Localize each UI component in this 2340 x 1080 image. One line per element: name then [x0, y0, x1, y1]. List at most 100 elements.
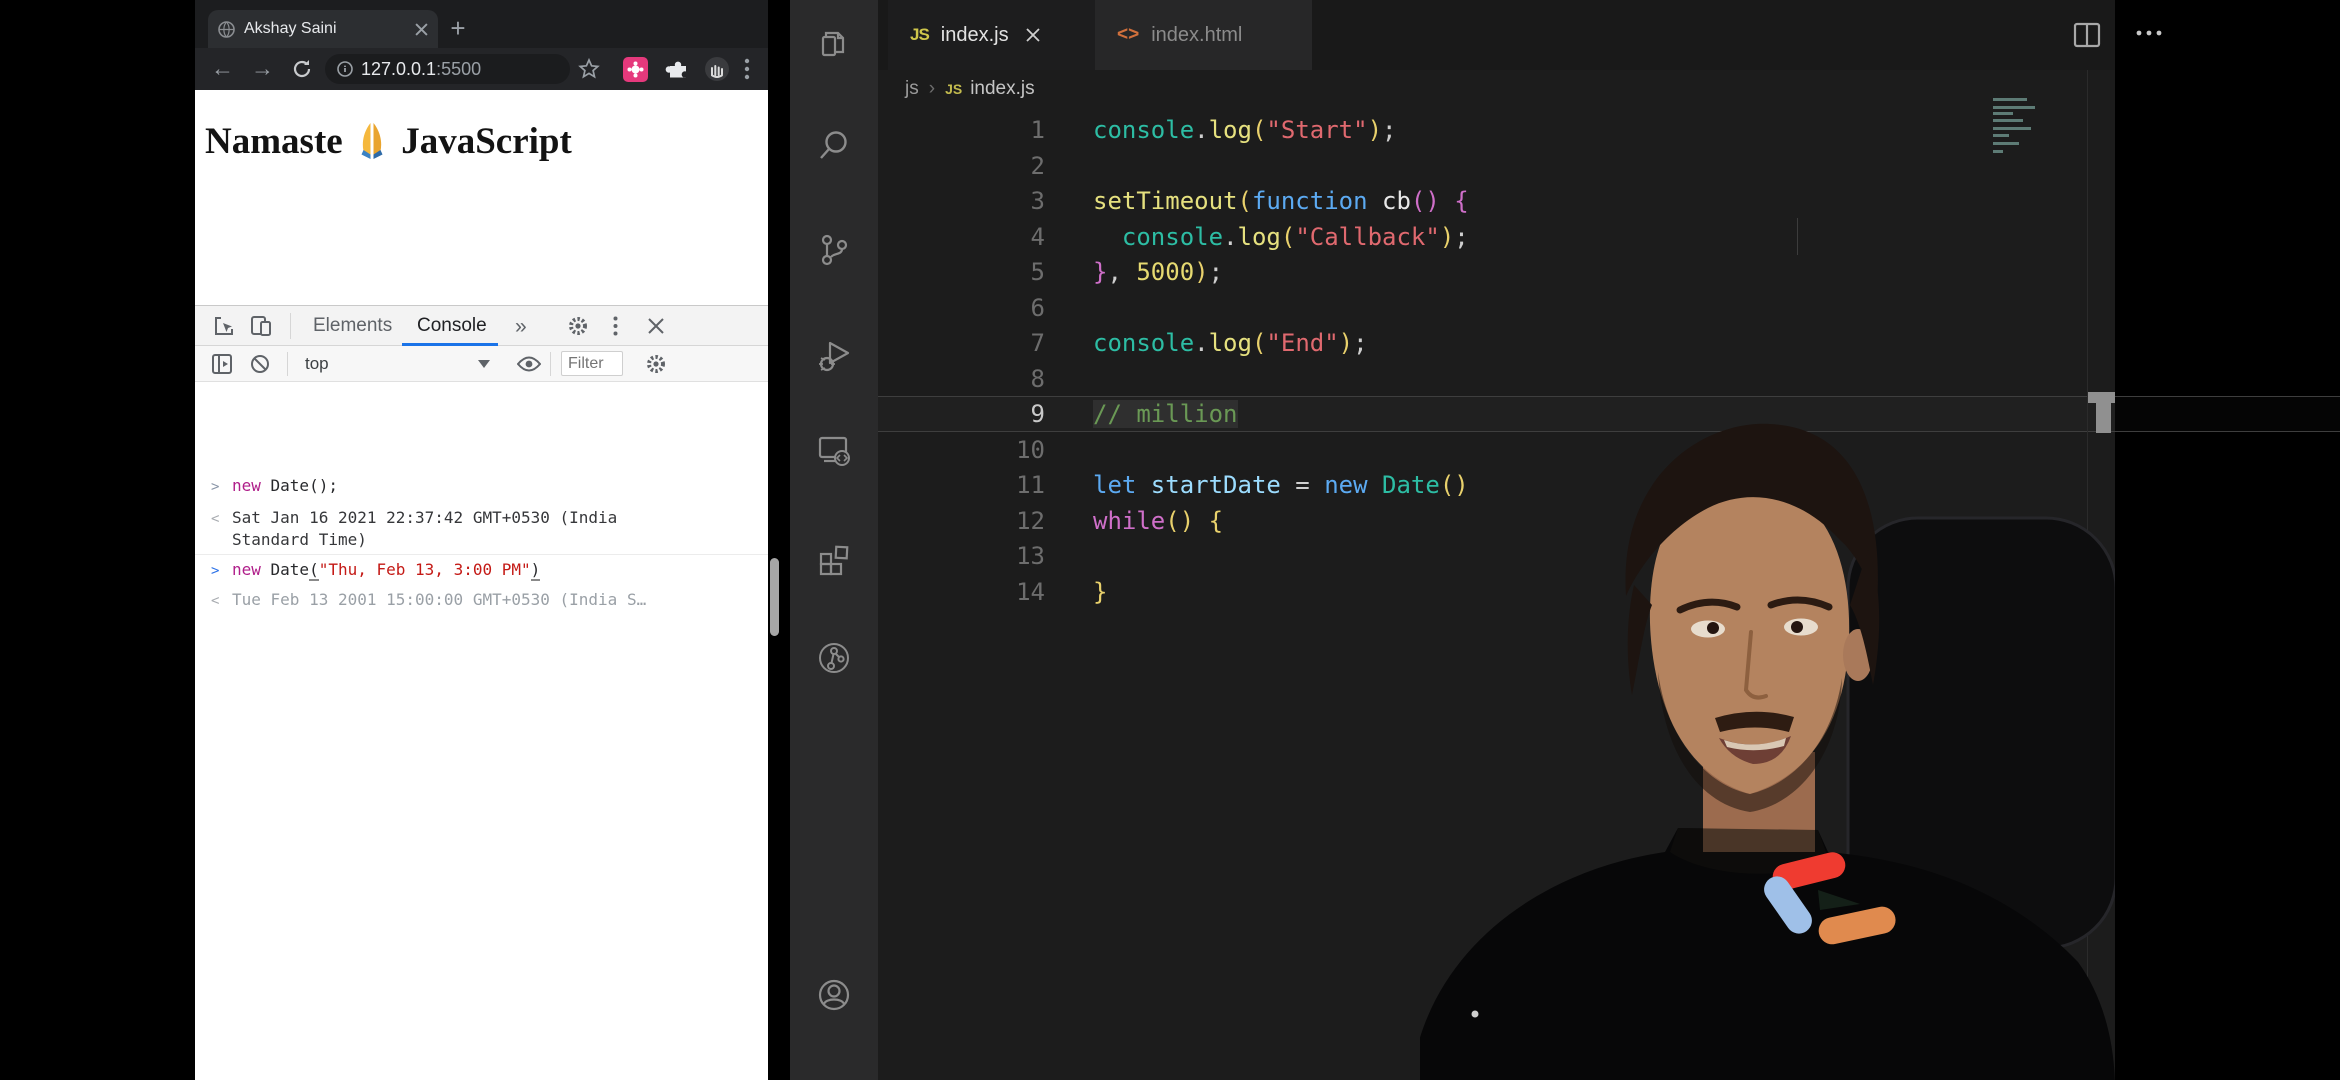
minimap[interactable]: [1993, 98, 2093, 158]
inspect-element-icon[interactable]: [213, 315, 235, 337]
line-number: 8: [1030, 364, 1045, 393]
tab-elements[interactable]: Elements: [313, 315, 392, 337]
console-divider: [195, 554, 768, 555]
code-line[interactable]: 5}, 5000);: [878, 254, 2340, 290]
divider: [287, 352, 288, 376]
code-token: (: [1280, 222, 1296, 251]
eye-icon[interactable]: [517, 355, 541, 373]
chevron-right-icon: ›: [928, 78, 936, 99]
devtools-menu-icon[interactable]: [613, 316, 618, 336]
code-line[interactable]: 7 console.log("End");: [878, 325, 2340, 361]
code-token: startDate: [1136, 471, 1281, 500]
browser-tab-bar: Akshay Saini +: [195, 0, 768, 48]
breadcrumb-file[interactable]: index.js: [970, 78, 1034, 100]
minimap-line: [1993, 106, 2035, 110]
split-editor-icon[interactable]: [2073, 22, 2101, 48]
run-debug-icon[interactable]: [816, 337, 852, 373]
device-toolbar-icon[interactable]: [249, 314, 273, 338]
code-token: ;: [1382, 116, 1397, 144]
bookmark-star-icon[interactable]: [577, 57, 601, 81]
explorer-icon[interactable]: [816, 27, 852, 63]
context-selector[interactable]: top: [305, 354, 329, 374]
web-page: Namaste JavaScript: [195, 90, 768, 305]
tab-label: index.js: [940, 23, 1009, 46]
code-line[interactable]: 2: [878, 148, 2340, 184]
extensions-icon[interactable]: [816, 542, 852, 578]
console-token: Date();: [270, 476, 338, 495]
reload-icon[interactable]: [291, 58, 313, 80]
browser-tab[interactable]: Akshay Saini: [208, 10, 438, 48]
clear-console-icon[interactable]: [249, 353, 271, 375]
site-info-icon[interactable]: [337, 61, 353, 77]
code-token: setTimeout: [1093, 187, 1238, 216]
console-filter-input[interactable]: [561, 351, 623, 376]
minimap-line: [1993, 98, 2027, 101]
gitlens-icon[interactable]: [816, 640, 852, 676]
line-number: 4: [1030, 222, 1045, 251]
hand-extension-icon[interactable]: [703, 55, 731, 83]
code-token: console: [1093, 116, 1195, 144]
folded-hands-emoji: [361, 123, 383, 159]
close-tab-icon[interactable]: [415, 22, 428, 36]
tab-index-html[interactable]: <> index.html: [1095, 0, 1312, 70]
editor-actions-icon[interactable]: [2136, 30, 2162, 36]
search-icon[interactable]: [816, 127, 852, 163]
code-line[interactable]: 6: [878, 290, 2340, 326]
url-port: :5500: [436, 58, 482, 79]
code-token: ): [1425, 187, 1440, 216]
tab-index-js[interactable]: JS index.js: [888, 0, 1095, 70]
code-token: log: [1237, 222, 1281, 251]
url-host: 127.0.0.1: [361, 58, 437, 79]
devtools-close-icon[interactable]: [647, 317, 665, 335]
code-token: (: [1237, 187, 1252, 216]
code-token: .: [1194, 329, 1209, 358]
code-line[interactable]: 8: [878, 361, 2340, 397]
extensions-puzzle-icon[interactable]: [665, 56, 691, 82]
line-number: 13: [1016, 542, 1045, 571]
breadcrumb-folder[interactable]: js: [905, 78, 919, 100]
console-settings-icon[interactable]: [645, 353, 667, 375]
js-file-icon: JS: [910, 25, 930, 44]
browser-toolbar: ← → 127.0.0.1:5500: [195, 48, 768, 90]
code-token: new: [1309, 471, 1368, 500]
chrome-menu-icon[interactable]: [744, 58, 750, 80]
code-line[interactable]: 3 setTimeout(function cb() {: [878, 183, 2340, 219]
line-number: 1: [1030, 116, 1045, 144]
vscode-window: JS index.js <> index.html js › JS index.…: [790, 0, 2340, 1080]
more-tabs-icon[interactable]: »: [515, 315, 527, 339]
line-number: 7: [1030, 329, 1045, 358]
code-line[interactable]: 1 console.log("Start");: [878, 112, 2340, 148]
minimap-line: [1993, 133, 2009, 137]
webcam-presenter: [1420, 423, 2115, 1080]
dropdown-arrow-icon[interactable]: [478, 360, 490, 368]
code-token: ;: [1208, 258, 1224, 287]
page-scrollbar-thumb[interactable]: [770, 558, 779, 636]
code-token: console: [1093, 329, 1195, 358]
code-line[interactable]: 4 console.log("Callback");: [878, 219, 2340, 255]
back-icon[interactable]: ←: [211, 55, 234, 82]
tab-console[interactable]: Console: [417, 315, 487, 337]
favicon-icon: [218, 20, 235, 38]
pink-extension-icon[interactable]: [623, 57, 648, 82]
code-token: (: [1410, 187, 1426, 216]
console-text: new Date();: [232, 475, 338, 497]
code-token: {: [1194, 506, 1224, 535]
source-control-icon[interactable]: [816, 232, 852, 268]
breadcrumb[interactable]: js › JS index.js: [905, 74, 1035, 104]
close-editor-icon[interactable]: [1025, 27, 1041, 43]
activity-bar: [790, 0, 878, 1080]
remote-explorer-icon[interactable]: [816, 432, 852, 468]
code-token: {: [1439, 187, 1469, 216]
console-sidebar-icon[interactable]: [211, 353, 233, 375]
account-icon[interactable]: [816, 977, 852, 1013]
code-token: (: [1251, 329, 1267, 358]
devtools-settings-icon[interactable]: [567, 315, 589, 337]
new-tab-button[interactable]: +: [443, 14, 473, 44]
code-token: ,: [1107, 258, 1122, 287]
console-token: (: [309, 560, 319, 581]
forward-icon[interactable]: →: [251, 55, 274, 82]
line-number: 14: [1016, 578, 1045, 607]
address-bar[interactable]: 127.0.0.1:5500: [325, 54, 570, 84]
console-toolbar: top: [195, 346, 768, 382]
code-token: ;: [1353, 329, 1368, 358]
